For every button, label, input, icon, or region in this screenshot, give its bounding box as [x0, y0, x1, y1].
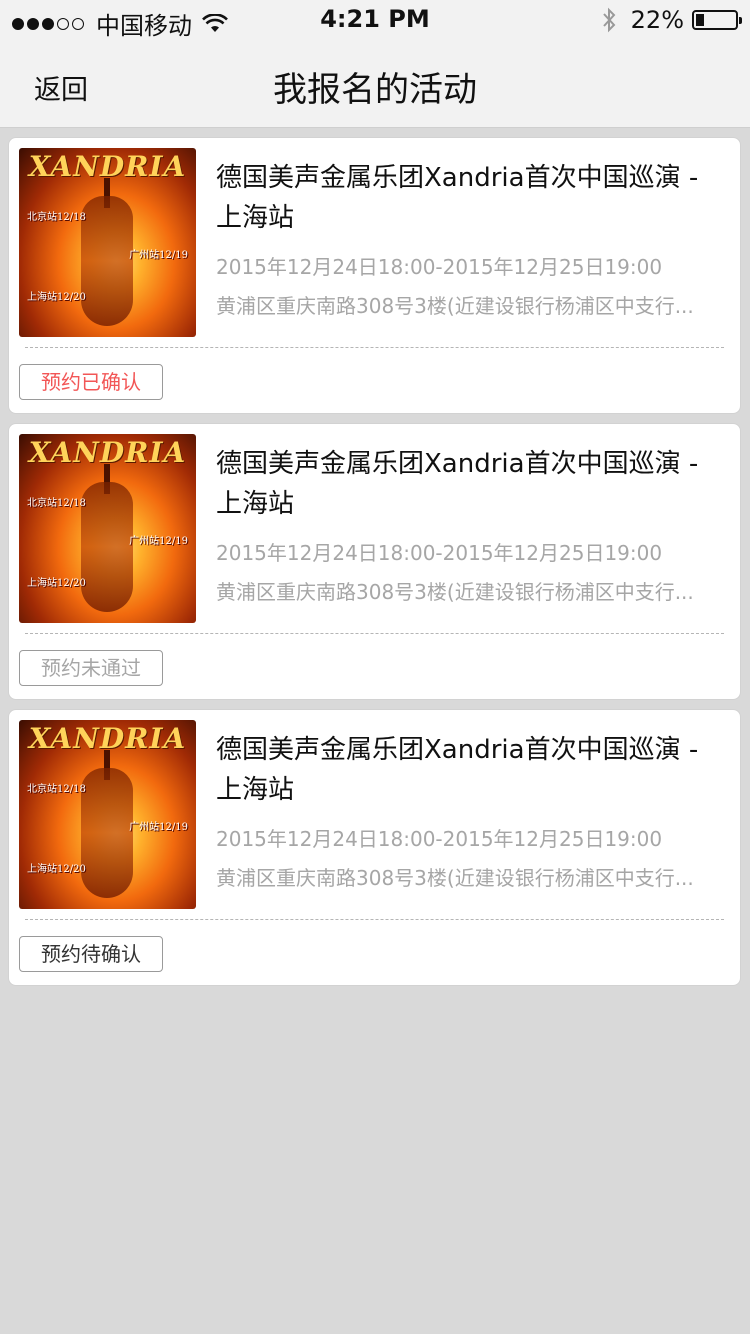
- status-bar: 中国移动 4:21 PM 22%: [0, 0, 750, 40]
- poster-brand: XANDRIA: [28, 150, 187, 183]
- bluetooth-icon: [602, 7, 616, 33]
- poster-tag: 广州站12/19: [129, 250, 188, 261]
- poster-tag: 北京站12/18: [27, 498, 86, 509]
- reservation-status-button[interactable]: 预约未通过: [19, 650, 163, 686]
- reservation-status-button[interactable]: 预约已确认: [19, 364, 163, 400]
- event-address: 黄浦区重庆南路308号3楼(近建设银行杨浦区中支行...: [216, 580, 694, 604]
- event-title: 德国美声金属乐团Xandria首次中国巡演 - 上海站: [216, 449, 699, 519]
- status-right: 22%: [601, 6, 742, 34]
- nav-bar: 返回 我报名的活动: [0, 40, 750, 128]
- event-card[interactable]: XANDRIA 北京站12/18 广州站12/19 上海站12/20 德国美声金…: [8, 709, 741, 986]
- page-title: 我报名的活动: [273, 70, 477, 110]
- poster-brand: XANDRIA: [28, 722, 187, 755]
- poster-tag: 上海站12/20: [27, 578, 86, 589]
- event-poster-image: XANDRIA 北京站12/18 广州站12/19 上海站12/20: [19, 434, 196, 623]
- event-time: 2015年12月24日18:00-2015年12月25日19:00: [216, 541, 663, 565]
- battery-level: [696, 14, 705, 26]
- poster-brand: XANDRIA: [28, 436, 187, 469]
- event-card[interactable]: XANDRIA 北京站12/18 广州站12/19 上海站12/20 德国美声金…: [8, 137, 741, 414]
- poster-tag: 广州站12/19: [129, 822, 188, 833]
- battery-percentage: 22%: [630, 6, 684, 34]
- poster-tag: 上海站12/20: [27, 864, 86, 875]
- event-title: 德国美声金属乐团Xandria首次中国巡演 - 上海站: [216, 163, 699, 233]
- event-poster-image: XANDRIA 北京站12/18 广州站12/19 上海站12/20: [19, 720, 196, 909]
- event-title: 德国美声金属乐团Xandria首次中国巡演 - 上海站: [216, 735, 699, 805]
- poster-tag: 上海站12/20: [27, 292, 86, 303]
- poster-tag: 广州站12/19: [129, 536, 188, 547]
- poster-tag: 北京站12/18: [27, 784, 86, 795]
- event-list: XANDRIA 北京站12/18 广州站12/19 上海站12/20 德国美声金…: [8, 137, 741, 995]
- poster-tag: 北京站12/18: [27, 212, 86, 223]
- event-time: 2015年12月24日18:00-2015年12月25日19:00: [216, 827, 663, 851]
- dashed-divider: [25, 919, 724, 920]
- event-card[interactable]: XANDRIA 北京站12/18 广州站12/19 上海站12/20 德国美声金…: [8, 423, 741, 700]
- event-address: 黄浦区重庆南路308号3楼(近建设银行杨浦区中支行...: [216, 866, 694, 890]
- dashed-divider: [25, 633, 724, 634]
- battery-icon: [692, 10, 742, 30]
- event-address: 黄浦区重庆南路308号3楼(近建设银行杨浦区中支行...: [216, 294, 694, 318]
- dashed-divider: [25, 347, 724, 348]
- event-time: 2015年12月24日18:00-2015年12月25日19:00: [216, 255, 663, 279]
- event-poster-image: XANDRIA 北京站12/18 广州站12/19 上海站12/20: [19, 148, 196, 337]
- reservation-status-button[interactable]: 预约待确认: [19, 936, 163, 972]
